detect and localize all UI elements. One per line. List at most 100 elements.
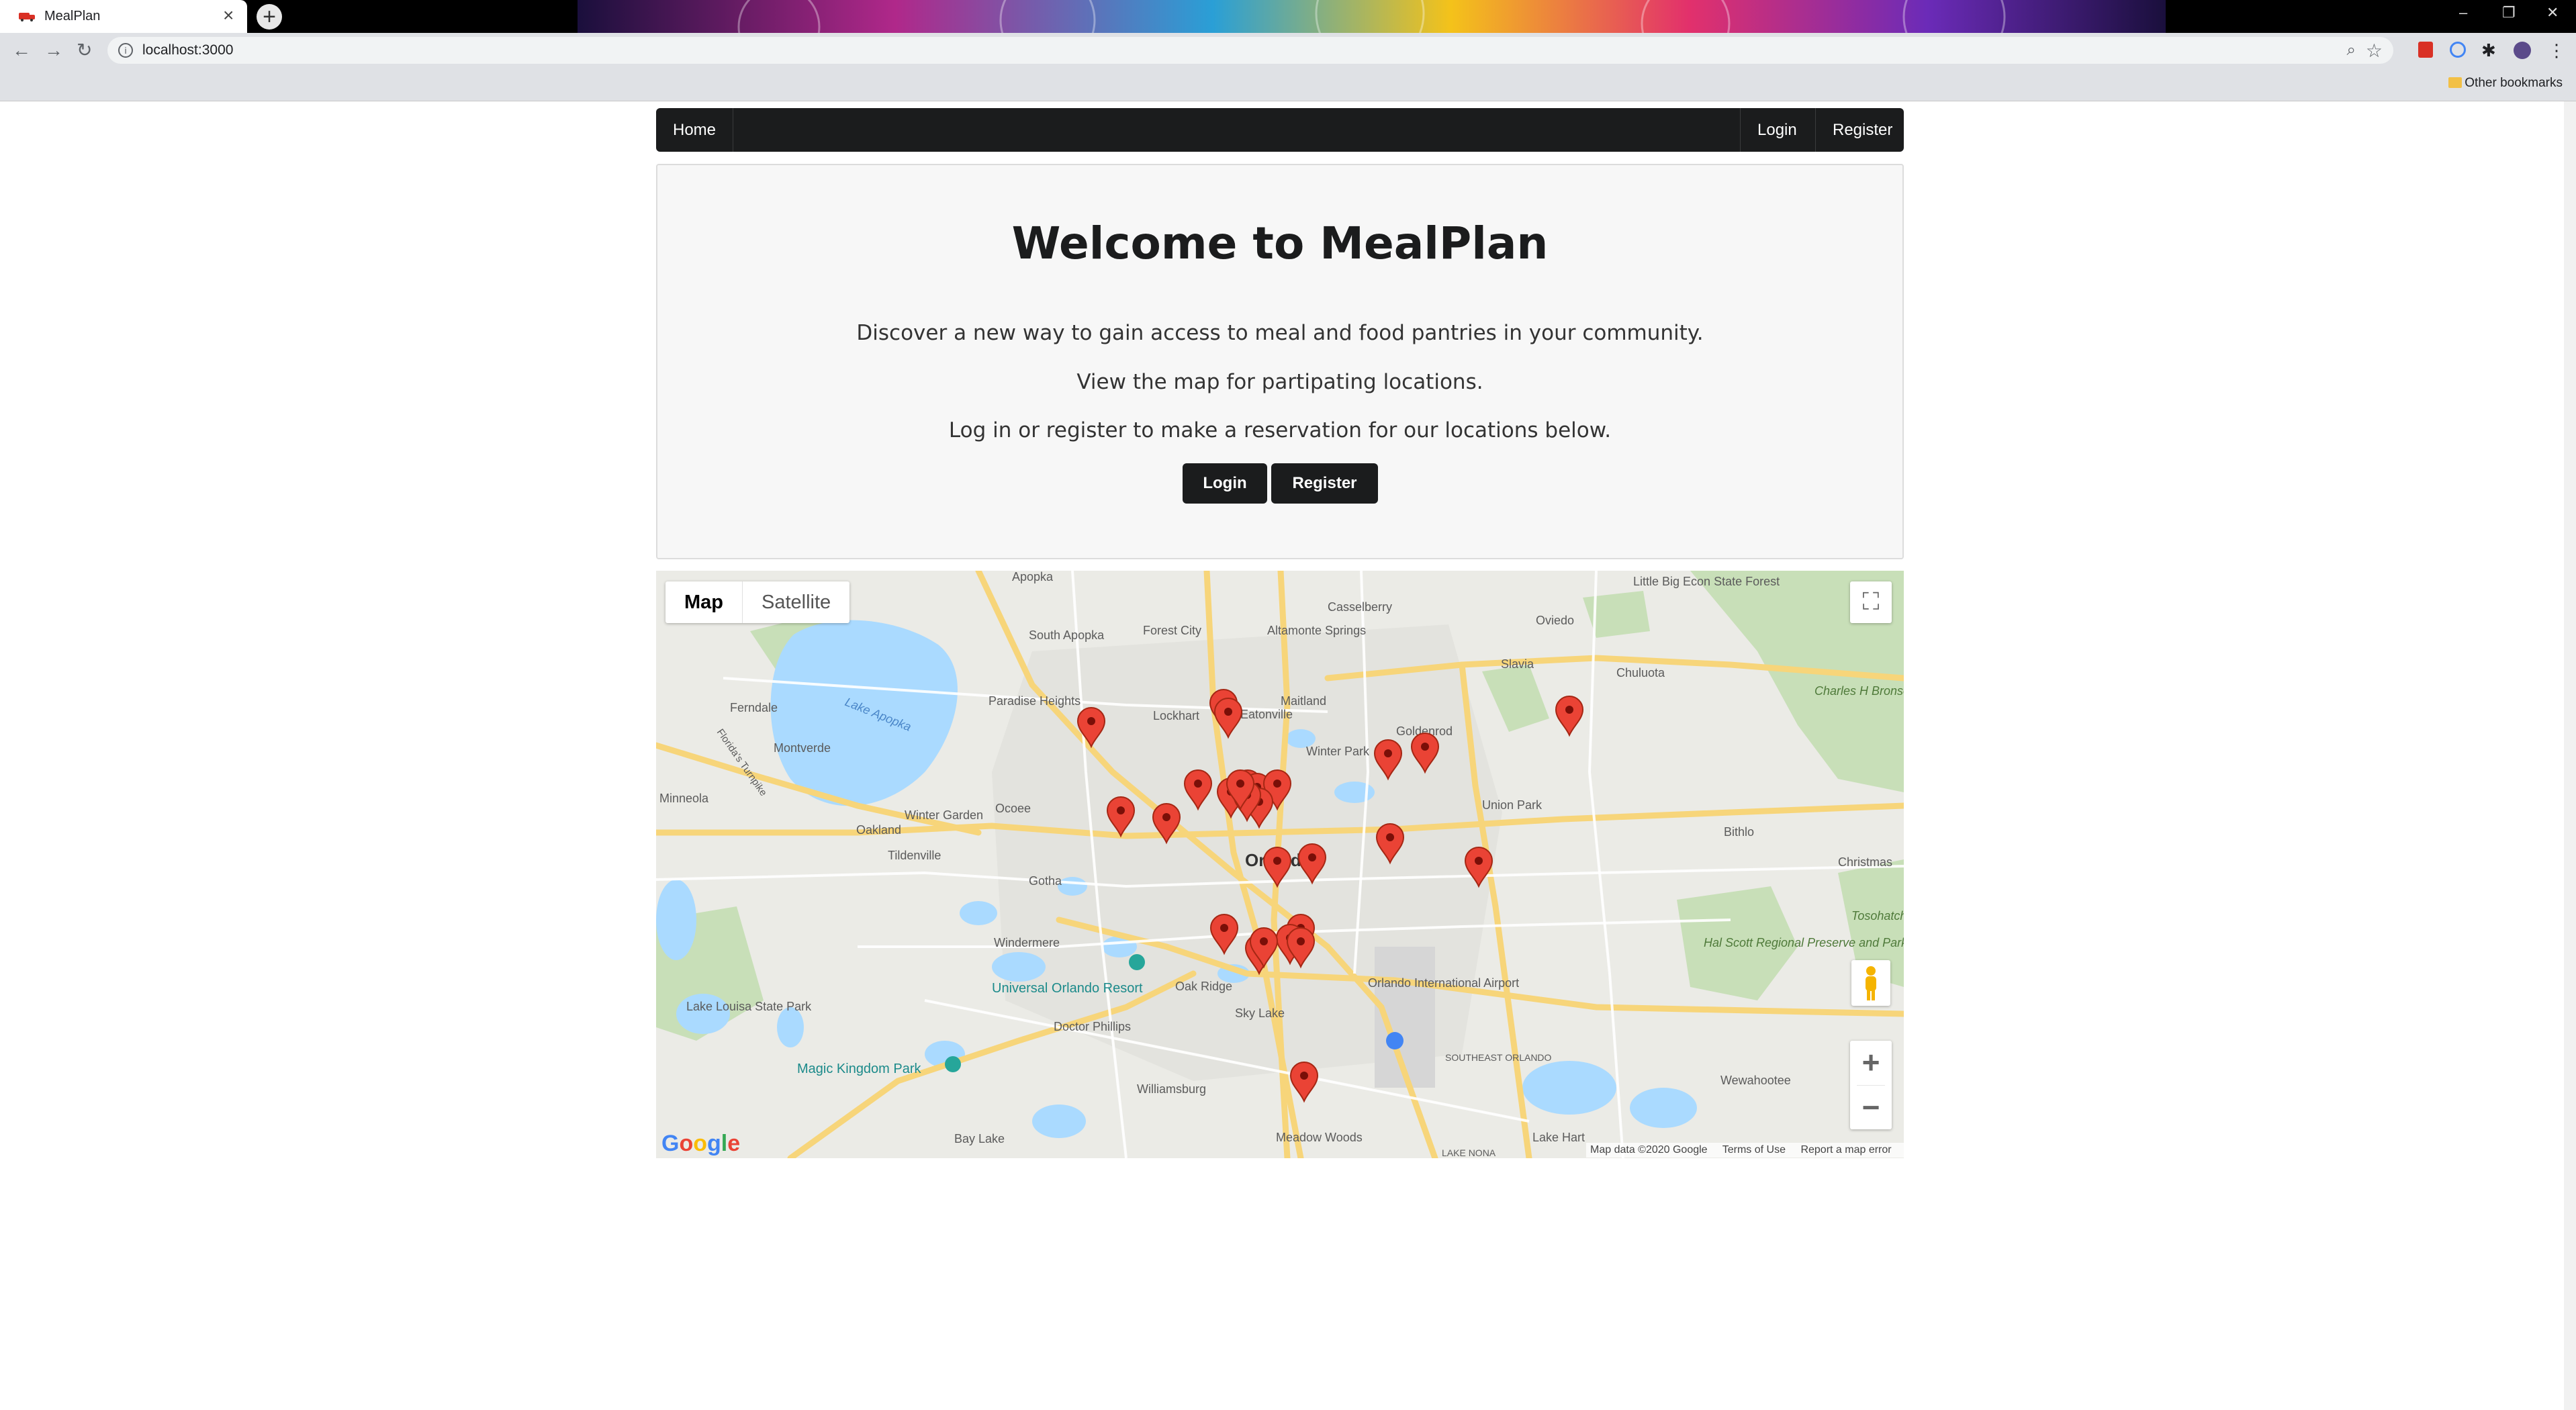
label-winter-park: Winter Park [1306,745,1370,758]
label-bithlo: Bithlo [1724,825,1754,839]
zoom-icon[interactable]: ⌕ [2347,41,2356,60]
label-charles-bronson: Charles H Bronson State Forest [1814,684,1904,698]
label-universal: Universal Orlando Resort [992,981,1143,996]
label-altamonte: Altamonte Springs [1267,624,1366,637]
bookmarks-bar: Other bookmarks [0,68,2576,101]
back-arrow-icon[interactable]: ← [12,40,31,61]
label-christmas: Christmas [1838,855,1892,869]
label-forest-city: Forest City [1143,624,1201,637]
register-button[interactable]: Register [1271,463,1378,504]
other-bookmarks[interactable]: Other bookmarks [2465,76,2563,91]
map-canvas[interactable]: Apopka Lake Apopka South Apopka Forest C… [656,571,1904,1158]
report-map-error-link[interactable]: Report a map error [1800,1144,1891,1156]
label-wewahootee: Wewahootee [1720,1074,1791,1087]
label-orlando-airport: Orlando International Airport [1368,976,1519,990]
login-button[interactable]: Login [1183,463,1267,504]
star-icon[interactable]: ☆ [2366,40,2383,62]
extension-red-icon[interactable] [2418,42,2433,58]
intro-line-1: Discover a new way to gain access to mea… [856,321,1704,345]
browser-tab-active[interactable]: MealPlan × [0,0,247,33]
zoom-control: + − [1850,1041,1892,1129]
universal-poi-icon[interactable] [1129,954,1145,970]
intro-line-2: View the map for partipating locations. [1076,370,1483,394]
label-tildenville: Tildenville [888,849,941,862]
label-lake-louisa: Lake Louisa State Park [686,1000,812,1013]
label-apopka: Apopka [1012,571,1054,583]
google-logo[interactable]: Google [661,1131,740,1157]
url-text[interactable]: localhost:3000 [142,42,233,58]
nav-home[interactable]: Home [656,108,734,152]
label-bay-lake: Bay Lake [954,1132,1005,1145]
window-close-icon[interactable]: ✕ [2546,4,2559,21]
extension-sync-icon[interactable] [2450,42,2466,58]
map-data-credit: Map data ©2020 Google [1590,1144,1708,1156]
label-ocoee: Ocoee [995,802,1031,815]
magic-kingdom-poi-icon[interactable] [945,1056,961,1072]
label-south-apopka: South Apopka [1029,628,1105,642]
label-magic-kingdom: Magic Kingdom Park [797,1062,922,1076]
map-attribution: Map data ©2020 Google Terms of Use Repor… [1586,1143,1904,1158]
label-maitland: Maitland [1281,694,1326,708]
nav-login[interactable]: Login [1740,108,1814,152]
label-lake-hart: Lake Hart [1532,1131,1585,1144]
airport-poi-icon[interactable] [1386,1032,1404,1049]
fullscreen-icon[interactable]: ⛶ [1850,581,1892,623]
tab-close-icon[interactable]: × [223,5,234,26]
profile-avatar[interactable] [2514,42,2531,59]
forward-arrow-icon[interactable]: → [44,40,63,61]
locations-map[interactable]: Apopka Lake Apopka South Apopka Forest C… [656,571,1904,1158]
page-scrollbar[interactable] [2564,101,2576,1410]
pegman-icon [1866,966,1876,1000]
label-ferndale: Ferndale [730,701,778,714]
browser-theme-banner [578,0,2166,33]
label-lake-nona: LAKE NONA [1442,1147,1496,1158]
label-southeast-orlando: SOUTHEAST ORLANDO [1445,1052,1552,1063]
label-oak-ridge: Oak Ridge [1175,980,1232,993]
label-casselberry: Casselberry [1328,600,1392,614]
label-meadow-woods: Meadow Woods [1276,1131,1363,1144]
label-doctor-phillips: Doctor Phillips [1054,1020,1131,1033]
label-little-big-econ: Little Big Econ State Forest [1633,575,1780,588]
browser-toolbar: ← → ↻ i localhost:3000 ⌕ ☆ [0,33,2576,68]
browser-tab-strip: MealPlan × + – ❐ ✕ [0,0,2576,33]
label-tosohatchee: Tosohatchee Wildlife Management [1851,909,1904,923]
zoom-out-button[interactable]: − [1850,1086,1892,1130]
label-williamsburg: Williamsburg [1137,1082,1206,1096]
label-chuluota: Chuluota [1616,666,1665,679]
map-type-map-button[interactable]: Map [665,581,743,623]
label-gotha: Gotha [1029,874,1062,888]
label-sky-lake: Sky Lake [1235,1006,1285,1020]
reload-icon[interactable]: ↻ [77,40,92,61]
map-type-control: Map Satellite [665,581,850,623]
label-paradise-heights: Paradise Heights [988,694,1080,708]
label-winter-garden: Winter Garden [905,808,983,822]
browser-menu-icon[interactable]: ⋮ [2548,42,2565,59]
folder-icon [2448,77,2462,88]
label-montverde: Montverde [774,741,831,755]
tab-title: MealPlan [44,9,101,23]
nav-register[interactable]: Register [1815,108,1909,152]
label-oviedo: Oviedo [1536,614,1574,627]
label-hal-scott: Hal Scott Regional Preserve and Park [1704,936,1904,949]
label-minneola: Minneola [659,792,709,805]
site-navbar: Home Login Register [656,108,1904,152]
info-icon[interactable]: i [118,43,133,58]
zoom-in-button[interactable]: + [1850,1041,1892,1085]
map-type-satellite-button[interactable]: Satellite [743,581,849,623]
mealplan-favicon-icon [19,13,35,21]
address-bar[interactable]: i localhost:3000 ⌕ ☆ [107,37,2393,64]
new-tab-button[interactable]: + [257,4,282,30]
minimize-icon[interactable]: – [2459,4,2467,21]
intro-line-3: Log in or register to make a reservation… [948,418,1612,442]
label-eatonville: Eatonville [1240,708,1293,721]
label-slavia: Slavia [1501,657,1534,671]
street-view-pegman-icon[interactable] [1851,960,1890,1006]
terms-of-use-link[interactable]: Terms of Use [1722,1144,1786,1156]
label-union-park: Union Park [1482,798,1543,812]
restore-icon[interactable]: ❐ [2502,4,2516,21]
page-title: Welcome to MealPlan [1011,218,1549,269]
welcome-panel: Welcome to MealPlan Discover a new way t… [656,164,1904,559]
label-lockhart: Lockhart [1153,709,1199,722]
extension-puzzle-icon[interactable]: ✱ [2481,42,2499,59]
label-oakland: Oakland [856,823,901,837]
